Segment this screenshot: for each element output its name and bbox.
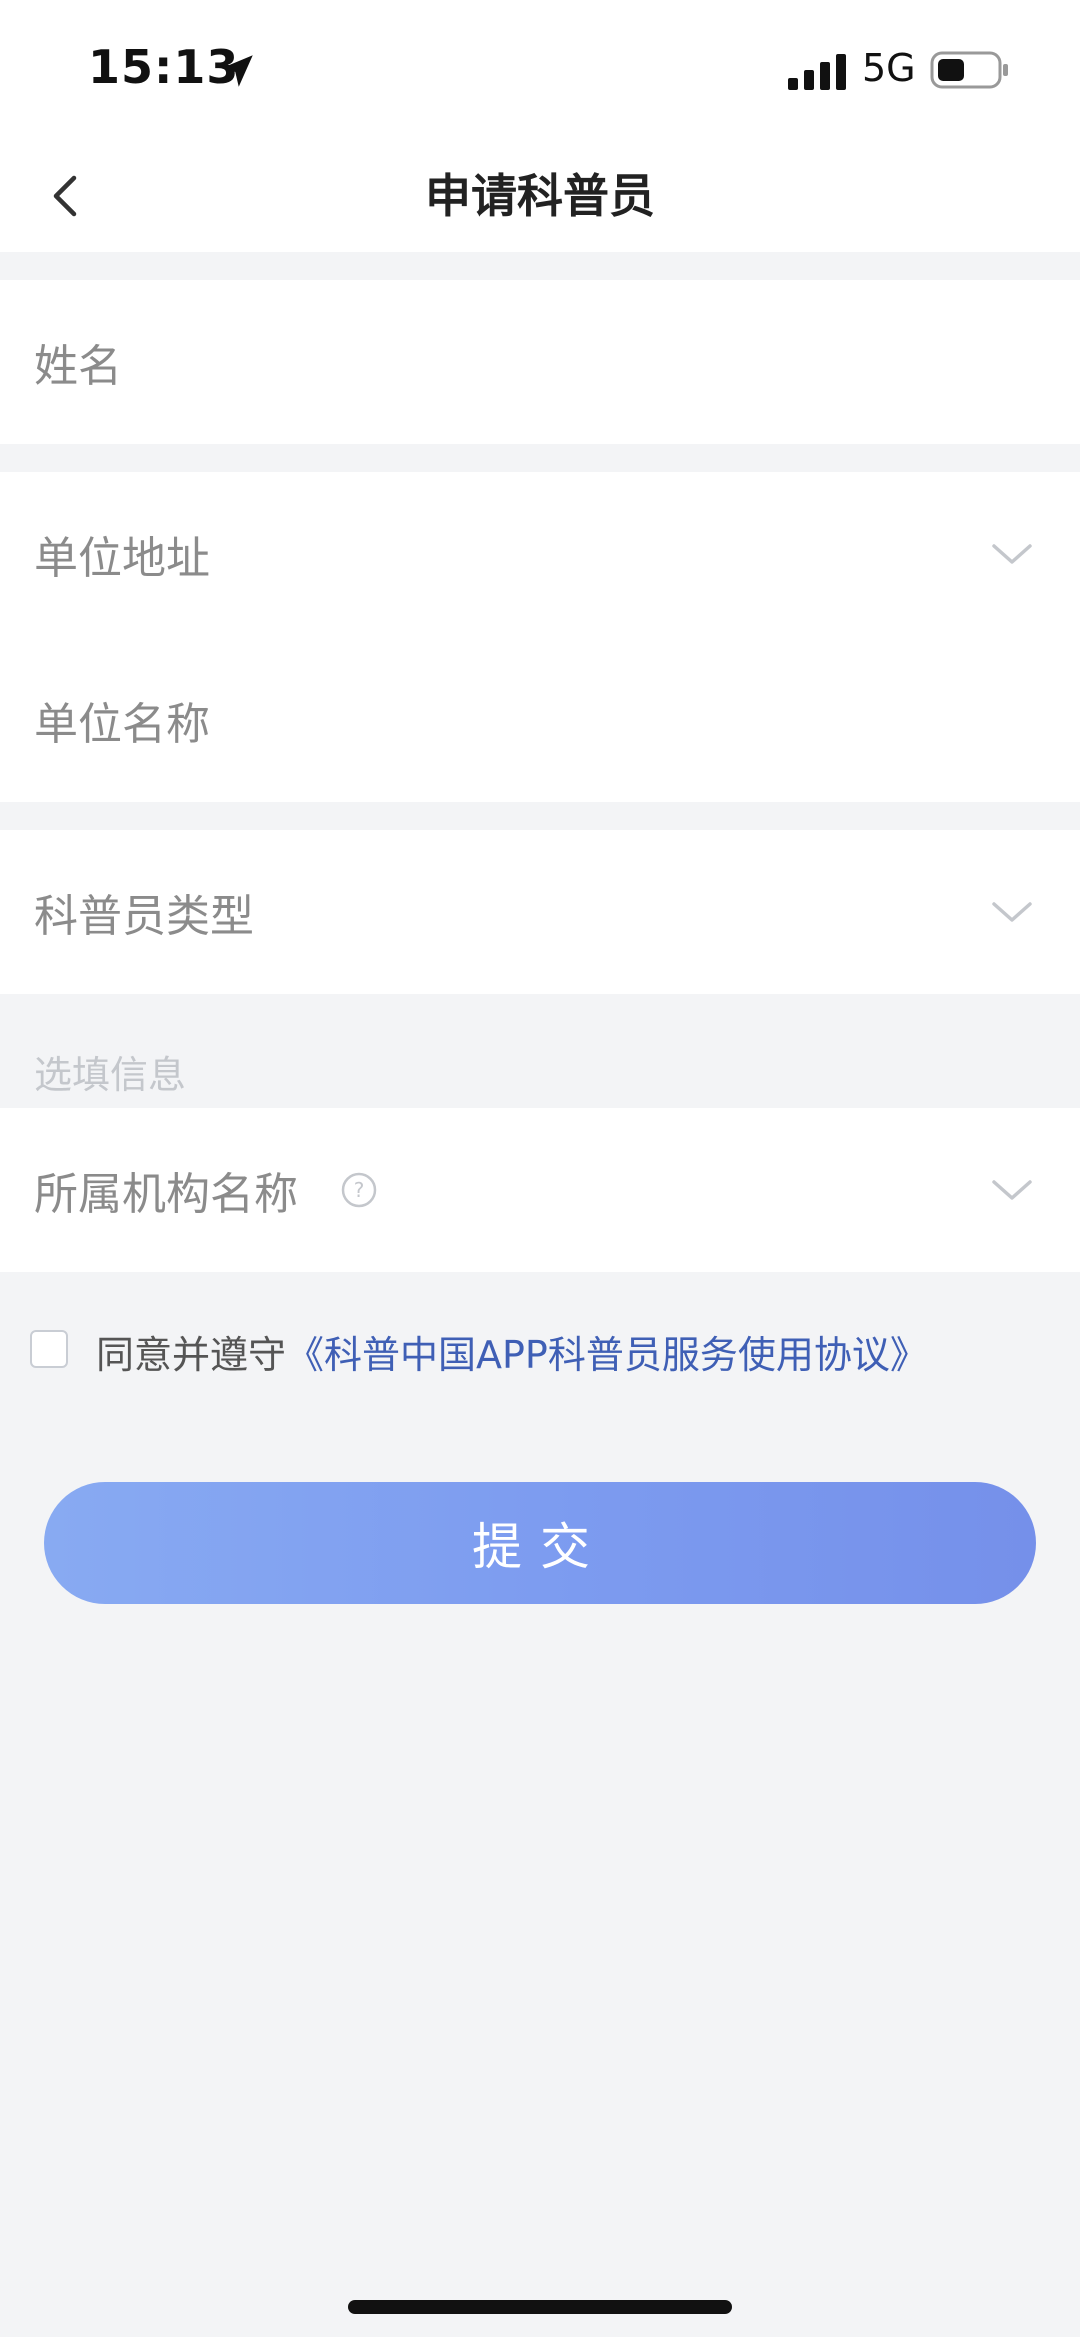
home-indicator — [348, 2300, 732, 2314]
page-title: 申请科普员 — [425, 169, 655, 223]
volunteer-type-label: 科普员类型 — [34, 891, 254, 942]
agreement-row: 同意并遵守《科普中国APP科普员服务使用协议》 — [30, 1320, 1050, 1380]
network-type: 5G — [862, 46, 916, 90]
name-field[interactable]: 姓名 — [0, 280, 1080, 444]
section-org: 所属机构名称 ? — [0, 1108, 1080, 1272]
svg-text:?: ? — [354, 1178, 365, 1202]
question-circle-icon[interactable]: ? — [340, 1171, 378, 1209]
unit-address-select[interactable]: 单位地址 — [0, 472, 1080, 636]
section-type: 科普员类型 — [0, 830, 1080, 994]
agreement-link[interactable]: 《科普中国APP科普员服务使用协议》 — [286, 1333, 928, 1377]
org-name-select[interactable]: 所属机构名称 ? — [0, 1108, 1080, 1272]
agreement-prefix: 同意并遵守 — [96, 1333, 287, 1377]
unit-name-field[interactable]: 单位名称 — [0, 638, 1080, 802]
signal-icon — [788, 54, 846, 90]
optional-section-label: 选填信息 — [34, 1053, 187, 1097]
unit-address-label: 单位地址 — [34, 533, 210, 584]
chevron-down-icon — [992, 544, 1032, 564]
volunteer-type-select[interactable]: 科普员类型 — [0, 830, 1080, 994]
section-unit: 单位地址 单位名称 — [0, 472, 1080, 802]
nav-bar: 申请科普员 — [0, 140, 1080, 252]
submit-button[interactable]: 提交 — [44, 1482, 1036, 1604]
section-name: 姓名 — [0, 280, 1080, 444]
agreement-checkbox[interactable] — [30, 1330, 68, 1368]
agreement-text: 同意并遵守《科普中国APP科普员服务使用协议》 — [96, 1324, 928, 1379]
name-field-label: 姓名 — [34, 341, 122, 392]
location-arrow-icon — [221, 55, 253, 87]
battery-icon — [930, 51, 1008, 89]
status-bar: 15:13 5G — [0, 0, 1080, 140]
org-name-label: 所属机构名称 — [34, 1169, 298, 1220]
unit-name-label: 单位名称 — [34, 699, 210, 750]
chevron-down-icon — [992, 1180, 1032, 1200]
chevron-down-icon — [992, 902, 1032, 922]
